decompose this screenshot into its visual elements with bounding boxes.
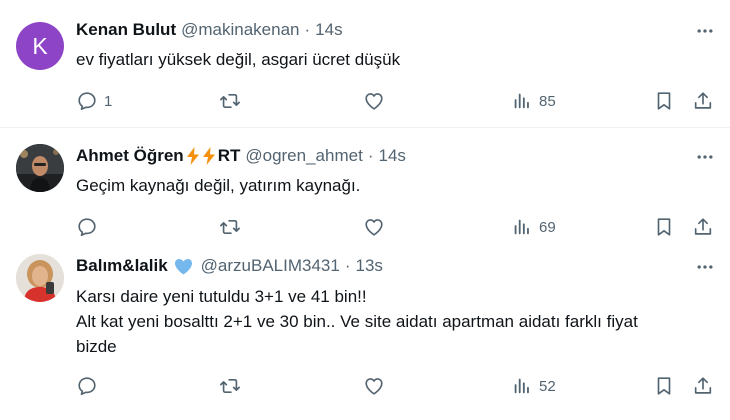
- author-handle[interactable]: @makinakenan: [181, 20, 299, 40]
- lightning-emoji-icon: [186, 147, 199, 165]
- tweet-1[interactable]: K Kenan Bulut @makinakenan · 14s ev fiya…: [0, 0, 730, 127]
- reply-icon: [78, 218, 96, 237]
- tweet-3[interactable]: Balım&lalik @arzuBALIM3431 · 13s Karsı d…: [0, 246, 730, 420]
- views-icon: [514, 219, 529, 235]
- author-name[interactable]: Balım&lalik: [76, 256, 168, 276]
- like-button[interactable]: [363, 212, 385, 242]
- author-handle[interactable]: @arzuBALIM3431: [201, 256, 340, 276]
- reply-button[interactable]: 1: [76, 86, 112, 116]
- bookmark-button[interactable]: [653, 86, 675, 116]
- bookmark-button[interactable]: [653, 371, 675, 401]
- reply-button[interactable]: [76, 212, 98, 242]
- retweet-button[interactable]: [219, 212, 241, 242]
- timestamp[interactable]: 14s: [315, 20, 342, 40]
- more-options-icon[interactable]: [694, 20, 716, 42]
- avatar-photo: [16, 144, 64, 192]
- avatar-photo: [16, 254, 64, 302]
- name-suffix: RT: [217, 146, 241, 165]
- tweet-header: Kenan Bulut @makinakenan · 14s: [76, 20, 343, 40]
- tweet-text: ev fiyatları yüksek değil, asgari ücret …: [76, 50, 401, 69]
- tweet-text: Karsı daire yeni tutuldu 3+1 ve 41 bin!!…: [76, 287, 638, 356]
- reply-button[interactable]: [76, 371, 98, 401]
- tweet-header: Balım&lalik @arzuBALIM3431 · 13s: [76, 256, 383, 276]
- share-icon: [694, 218, 712, 235]
- author-name[interactable]: Kenan Bulut: [76, 20, 176, 40]
- tweet-text: Geçim kaynağı değil, yatırım kaynağı.: [76, 176, 361, 195]
- views-button[interactable]: 52: [511, 371, 556, 401]
- action-bar: 69: [66, 212, 716, 242]
- like-button[interactable]: [363, 86, 385, 116]
- tweet-header: Ahmet Öğren RT @ogren_ahmet · 14s: [76, 146, 406, 166]
- separator-dot: ·: [367, 146, 374, 165]
- retweet-icon: [220, 378, 240, 394]
- bookmark-button[interactable]: [653, 212, 675, 242]
- views-button[interactable]: 85: [511, 86, 556, 116]
- avatar[interactable]: [16, 144, 64, 192]
- share-button[interactable]: [692, 86, 714, 116]
- avatar[interactable]: K: [16, 22, 64, 70]
- blue-heart-emoji-icon: [174, 258, 192, 275]
- share-button[interactable]: [692, 212, 714, 242]
- reply-icon: [78, 377, 96, 396]
- avatar[interactable]: [16, 254, 64, 302]
- reply-icon: [78, 92, 96, 111]
- action-bar: 52: [66, 371, 716, 401]
- share-icon: [694, 92, 712, 109]
- views-button[interactable]: 69: [511, 212, 556, 242]
- retweet-icon: [220, 93, 240, 109]
- heart-icon: [365, 378, 383, 395]
- heart-icon: [365, 219, 383, 236]
- bookmark-icon: [657, 92, 671, 110]
- separator-dot: ·: [344, 256, 351, 275]
- author-name[interactable]: Ahmet Öğren: [76, 146, 184, 166]
- heart-icon: [365, 93, 383, 110]
- action-bar: 1 85: [66, 86, 716, 116]
- timestamp[interactable]: 13s: [356, 256, 383, 276]
- lightning-emoji-icon: [202, 147, 215, 165]
- bookmark-icon: [657, 377, 671, 395]
- retweet-icon: [220, 219, 240, 235]
- retweet-button[interactable]: [219, 86, 241, 116]
- views-count: 52: [539, 377, 556, 395]
- timestamp[interactable]: 14s: [378, 146, 405, 166]
- share-icon: [694, 377, 712, 394]
- views-icon: [514, 378, 529, 394]
- tweet-2[interactable]: Ahmet Öğren RT @ogren_ahmet · 14s Geçim …: [0, 128, 730, 246]
- more-options-icon[interactable]: [694, 256, 716, 278]
- views-count: 85: [539, 92, 556, 110]
- author-handle[interactable]: @ogren_ahmet: [245, 146, 362, 166]
- avatar-letter: K: [32, 32, 48, 59]
- views-count: 69: [539, 218, 556, 236]
- share-button[interactable]: [692, 371, 714, 401]
- bookmark-icon: [657, 218, 671, 236]
- more-options-icon[interactable]: [694, 146, 716, 168]
- reply-count: 1: [104, 92, 113, 110]
- like-button[interactable]: [363, 371, 385, 401]
- retweet-button[interactable]: [219, 371, 241, 401]
- views-icon: [514, 93, 529, 109]
- separator-dot: ·: [304, 20, 311, 39]
